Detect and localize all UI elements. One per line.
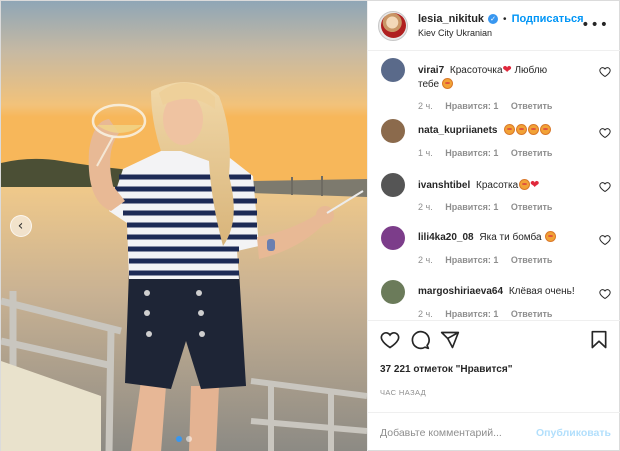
comment-username[interactable]: margoshiriaeva64 [418,286,503,297]
post-actions-bar [368,320,620,364]
comment-time[interactable]: 2 ч. [418,255,433,265]
comment-like-heart-icon[interactable] [599,288,611,300]
comment-body-line2: тебе [418,79,440,90]
comment-likes[interactable]: Нравится: 1 [445,255,498,265]
comment-like-heart-icon[interactable] [599,66,611,78]
carousel-dots [176,436,192,442]
comment-body: Клёвая очень! [508,286,575,297]
smile-emoji-icon [515,124,527,135]
comment-meta: 2 ч. Нравится: 1 Ответить [418,101,562,111]
comment-username[interactable]: nata_kupriianets [418,125,497,136]
separator-dot: • [503,13,507,25]
reply-button[interactable]: Ответить [511,148,553,158]
comment-text: virai7 Красоточка❤ Люблю тебе [418,63,585,92]
comment-text: ivanshtibel Красотка ❤ [418,178,585,193]
verified-badge-icon: ✓ [488,14,499,24]
comment-like-heart-icon[interactable] [599,127,611,139]
add-comment-bar: Опубликовать [368,412,620,451]
comment-likes[interactable]: Нравится: 1 [445,101,498,111]
heart-emoji-icon: ❤ [502,63,512,76]
instagram-post: ‹ lesia_nikituk ✓ • Подписаться Kiev Cit… [0,0,620,451]
reply-button[interactable]: Ответить [511,255,553,265]
comment-meta: 2 ч. Нравится: 1 Ответить [418,255,562,265]
comment-body: Красотка [476,180,519,191]
comment-item: virai7 Красоточка❤ Люблю тебе 2 ч. Нрави… [378,58,611,112]
comment-icon[interactable] [410,330,430,350]
comment-time[interactable]: 2 ч. [418,101,433,111]
likes-count[interactable]: 37 221 отметок "Нравится" [368,364,620,384]
heart-emoji-icon: ❤ [530,178,540,191]
post-side-panel: lesia_nikituk ✓ • Подписаться Kiev City … [367,1,620,451]
comments-list[interactable]: virai7 Красоточка❤ Люблю тебе 2 ч. Нрави… [368,51,620,320]
share-icon[interactable] [440,330,460,350]
comment-like-heart-icon[interactable] [599,181,611,193]
more-options-icon[interactable]: ••• [581,17,609,33]
comment-time[interactable]: 2 ч. [418,309,433,319]
post-location[interactable]: Kiev City Ukranian [418,28,584,38]
bookmark-icon[interactable] [589,330,609,350]
author-avatar-image [380,13,406,38]
comment-avatar[interactable] [381,280,405,304]
comment-item: nata_kupriianets 1 ч. Нравится: 1 Ответи… [378,119,611,173]
follow-button[interactable]: Подписаться [512,13,584,25]
comment-meta: 2 ч. Нравится: 1 Ответить [418,202,562,212]
comment-avatar[interactable] [381,119,405,143]
smile-emoji-icon [442,78,454,89]
comment-likes[interactable]: Нравится: 1 [445,202,498,212]
comment-body: Красоточка [449,65,503,76]
comment-text: margoshiriaeva64 Клёвая очень! [418,285,585,299]
comment-likes[interactable]: Нравится: 1 [445,148,498,158]
comment-time[interactable]: 1 ч. [418,148,433,158]
comment-item: lili4ka20_08 Яка ти бомба 2 ч. Нравится:… [378,226,611,280]
comment-body: Яка ти бомба [479,232,545,243]
comment-meta: 1 ч. Нравится: 1 Ответить [418,148,562,158]
comment-item: margoshiriaeva64 Клёвая очень! 2 ч. Нрав… [378,280,611,320]
reply-button[interactable]: Ответить [511,202,553,212]
comment-item: ivanshtibel Красотка ❤ 2 ч. Нравится: 1 О… [378,173,611,227]
publish-button[interactable]: Опубликовать [536,427,611,439]
reply-button[interactable]: Ответить [511,309,553,319]
author-row: lesia_nikituk ✓ • Подписаться [418,13,584,25]
comment-avatar[interactable] [381,173,405,197]
author-avatar[interactable] [378,10,408,41]
photo-illustration [1,1,367,451]
comment-likes[interactable]: Нравится: 1 [445,309,498,319]
heart-icon[interactable] [380,330,400,350]
author-info: lesia_nikituk ✓ • Подписаться Kiev City … [418,13,584,38]
smile-emoji-icon [518,179,530,190]
smile-emoji-icon [539,124,551,135]
chevron-left-icon: ‹ [17,218,24,234]
post-header: lesia_nikituk ✓ • Подписаться Kiev City … [368,1,620,51]
comment-username[interactable]: virai7 [418,65,444,76]
smile-emoji-icon [503,124,515,135]
comment-like-heart-icon[interactable] [599,234,611,246]
comment-time[interactable]: 2 ч. [418,202,433,212]
smile-emoji-icon [544,231,556,242]
comment-text: lili4ka20_08 Яка ти бомба [418,231,585,245]
comment-username[interactable]: lili4ka20_08 [418,232,474,243]
comment-meta: 2 ч. Нравится: 1 Ответить [418,309,562,319]
post-photo[interactable]: ‹ [1,1,367,451]
author-username[interactable]: lesia_nikituk [418,13,484,25]
post-time[interactable]: ЧАС НАЗАД [368,384,620,412]
comment-text: nata_kupriianets [418,124,585,138]
comment-avatar[interactable] [381,58,405,82]
comment-input[interactable] [380,426,537,439]
carousel-dot-1 [176,436,182,442]
reply-button[interactable]: Ответить [511,101,553,111]
carousel-dot-2 [186,436,192,442]
smile-emoji-icon [527,124,539,135]
comment-avatar[interactable] [381,226,405,250]
carousel-prev-button[interactable]: ‹ [10,215,32,237]
comment-username[interactable]: ivanshtibel [418,180,470,191]
comment-body-cont: Люблю [511,65,548,76]
